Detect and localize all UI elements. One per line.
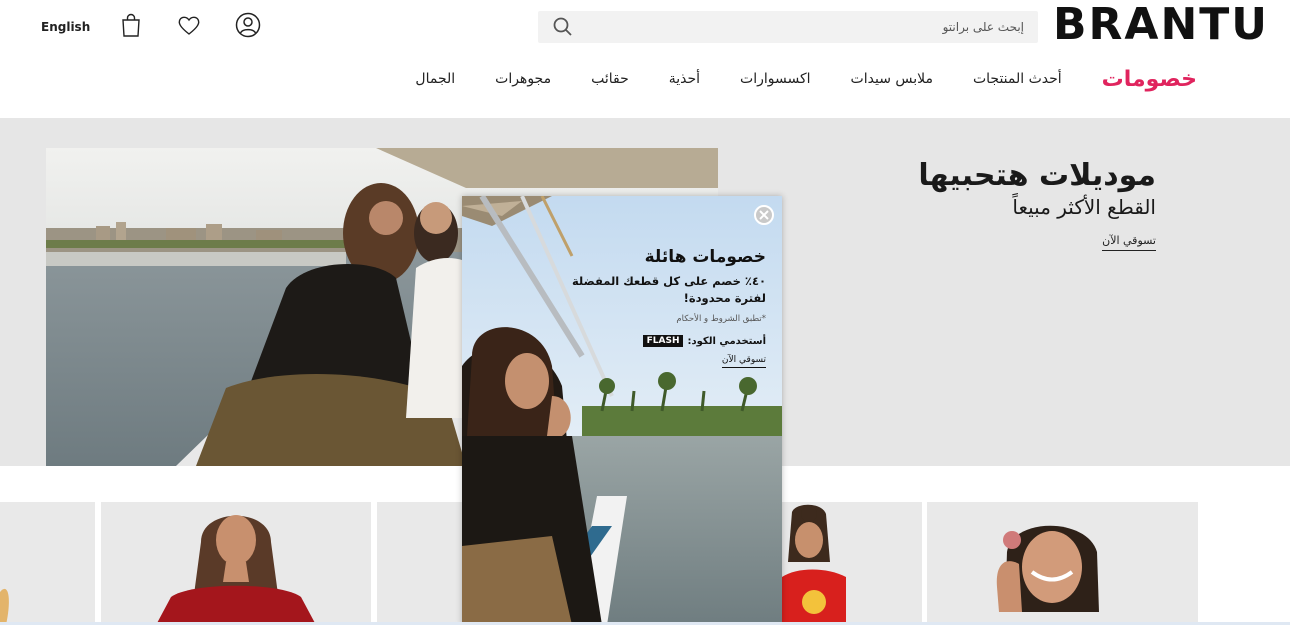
user-icon[interactable] (235, 12, 261, 38)
popup-text: خصومات هائلة ٤٠٪ خصم على كل قطعك المفضلة… (566, 246, 766, 368)
language-switch[interactable]: English (41, 20, 90, 34)
page: English إبحث على برانتو BRANTU خصومات أح… (0, 0, 1290, 625)
popup-code-row: أستخدمي الكود: FLASH (566, 335, 766, 347)
header: English إبحث على برانتو BRANTU (0, 0, 1290, 56)
nav-item-new-arrivals[interactable]: أحدث المنتجات (973, 71, 1062, 87)
popup-offer-line2: لفترة محدودة! (683, 291, 766, 305)
brand-logo[interactable]: BRANTU (1053, 0, 1269, 50)
promo-popup: خصومات هائلة ٤٠٪ خصم على كل قطعك المفضلة… (462, 196, 782, 625)
nav-item-bags[interactable]: حقائب (591, 71, 629, 87)
bag-icon[interactable] (118, 12, 144, 38)
product-card[interactable] (377, 502, 467, 625)
search-bar (538, 11, 1038, 43)
product-card[interactable] (101, 502, 371, 625)
nav-item-sale[interactable]: خصومات (1102, 67, 1197, 92)
heart-icon[interactable] (176, 12, 202, 38)
hero-title: موديلات هتحبيها (918, 158, 1156, 193)
popup-terms: *تطبق الشروط و الأحكام (676, 314, 766, 324)
product-card[interactable] (0, 502, 95, 625)
nav-item-jewelry[interactable]: مجوهرات (495, 71, 551, 87)
hero-text: موديلات هتحبيها القطع الأكثر مبيعاً تسوق… (918, 158, 1156, 251)
popup-title: خصومات هائلة (644, 247, 766, 267)
nav-item-beauty[interactable]: الجمال (415, 71, 455, 87)
nav-item-womens-clothing[interactable]: ملابس سيدات (851, 71, 933, 87)
popup-shop-now-link[interactable]: تسوقي الآن (721, 355, 766, 368)
popup-promo-code: FLASH (642, 335, 684, 347)
popup-close-button[interactable] (754, 205, 774, 225)
main-nav: خصومات أحدث المنتجات ملابس سيدات اكسسوار… (415, 64, 1197, 94)
popup-offer-line1: ٤٠٪ خصم على كل قطعك المفضلة (571, 274, 766, 288)
search-icon[interactable] (552, 16, 574, 38)
product-card[interactable] (782, 502, 922, 625)
nav-item-shoes[interactable]: أحذية (669, 71, 700, 87)
nav-item-accessories[interactable]: اكسسوارات (740, 71, 811, 87)
search-input[interactable] (578, 11, 1024, 43)
popup-code-label: أستخدمي الكود: (687, 335, 766, 347)
hero-shop-now-link[interactable]: تسوقي الآن (1102, 234, 1156, 251)
product-card[interactable] (927, 502, 1198, 625)
hero-subtitle: القطع الأكثر مبيعاً (1012, 195, 1156, 219)
